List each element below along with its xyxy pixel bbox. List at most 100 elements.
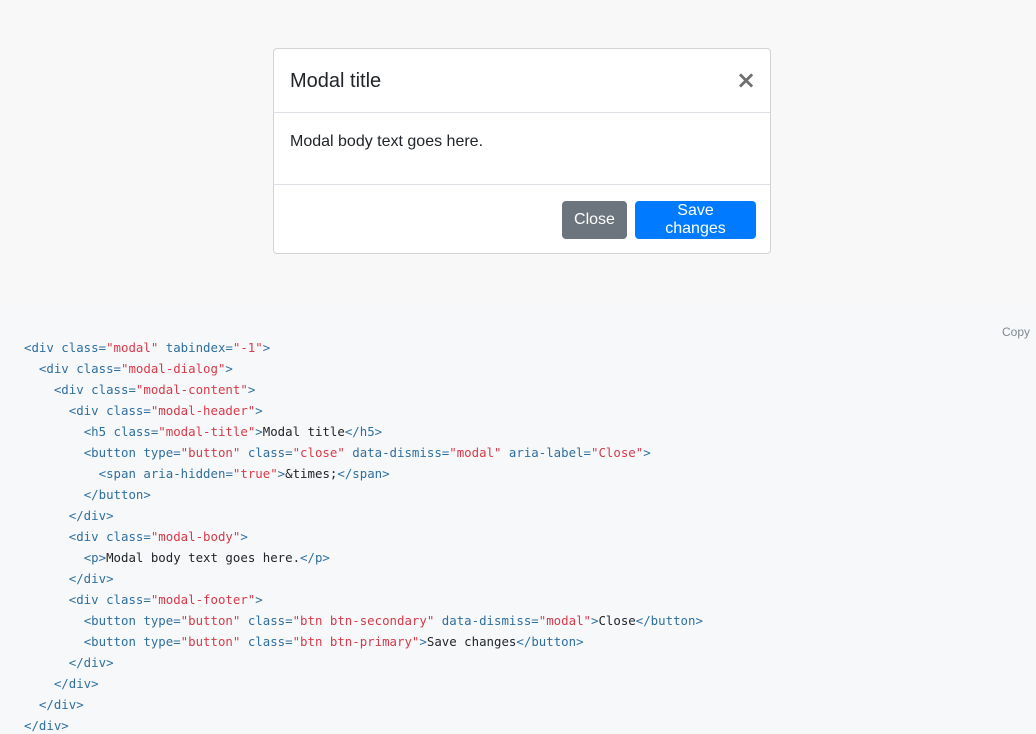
code-token-attr: aria-hidden= bbox=[135, 466, 233, 481]
code-token-tag: </h5> bbox=[344, 424, 383, 439]
code-token-val: "button" bbox=[180, 613, 241, 628]
code-token-attr: class= bbox=[240, 613, 293, 628]
code-token-text: Close bbox=[598, 613, 636, 628]
code-token-val: "modal-content" bbox=[135, 382, 248, 397]
code-token-val: "modal-header" bbox=[150, 403, 256, 418]
code-token-tag: <p> bbox=[83, 550, 107, 565]
code-token-tag: > bbox=[419, 634, 427, 649]
code-line: <button type="button" class="btn btn-sec… bbox=[24, 610, 703, 631]
code-token-tag: </button> bbox=[635, 613, 703, 628]
code-token-val: "true" bbox=[232, 466, 278, 481]
code-token-val: "close" bbox=[292, 445, 345, 460]
code-line: <span aria-hidden="true">&times;</span> bbox=[24, 463, 703, 484]
example-preview: Modal title × Modal body text goes here.… bbox=[0, 0, 1036, 304]
code-token-attr: class= bbox=[83, 382, 136, 397]
code-token-tag: <div bbox=[68, 403, 99, 418]
code-snippet: Copy <div class="modal" tabindex="-1"> <… bbox=[0, 304, 1036, 734]
close-icon[interactable]: × bbox=[736, 68, 756, 92]
code-token-val: "-1" bbox=[232, 340, 263, 355]
code-line: </div> bbox=[24, 568, 703, 589]
code-token-tag: </p> bbox=[300, 550, 330, 565]
code-token-tag: <button bbox=[83, 634, 136, 649]
code-line: <div class="modal-content"> bbox=[24, 379, 703, 400]
modal-body: Modal body text goes here. bbox=[274, 112, 770, 185]
modal-dialog: Modal title × Modal body text goes here.… bbox=[273, 48, 771, 254]
code-token-val: "Close" bbox=[590, 445, 644, 460]
code-token-text: Save changes bbox=[426, 634, 517, 649]
code-token-attr: class= bbox=[53, 340, 107, 355]
code-token-text: Modal title bbox=[262, 424, 345, 439]
code-token-attr: class= bbox=[98, 403, 151, 418]
code-token-val: "modal-title" bbox=[158, 424, 256, 439]
code-token-val: "modal" bbox=[449, 445, 502, 460]
code-token-attr: data-dismiss= bbox=[434, 613, 539, 628]
code-line: </div> bbox=[24, 694, 703, 715]
code-token-tag: <div bbox=[24, 340, 54, 355]
code-token-val: "button" bbox=[180, 634, 241, 649]
close-button[interactable]: Close bbox=[562, 201, 627, 239]
code-line: </div> bbox=[24, 505, 703, 526]
code-token-tag: <div bbox=[68, 529, 99, 544]
code-token-tag: <div bbox=[38, 361, 69, 376]
code-line: </button> bbox=[24, 484, 703, 505]
code-token-tag: </div> bbox=[24, 718, 69, 733]
code-token-tag: </button> bbox=[83, 487, 151, 502]
code-token-attr: class= bbox=[240, 445, 293, 460]
code-token-tag: <button bbox=[83, 445, 136, 460]
code-line: <div class="modal" tabindex="-1"> bbox=[24, 337, 703, 358]
code-line: <button type="button" class="close" data… bbox=[24, 442, 703, 463]
code-line: </div> bbox=[24, 652, 703, 673]
code-token-attr: class= bbox=[240, 634, 293, 649]
code-token-val: "modal" bbox=[106, 340, 159, 355]
save-changes-button[interactable]: Save changes bbox=[635, 201, 756, 239]
code-token-val: "button" bbox=[180, 445, 241, 460]
code-token-val: "modal-dialog" bbox=[120, 361, 226, 376]
code-token-attr: type= bbox=[135, 445, 181, 460]
code-token-tag: <button bbox=[83, 613, 136, 628]
code-token-tag: <span bbox=[98, 466, 136, 481]
code-token-tag: </div> bbox=[68, 571, 114, 586]
code-token-val: "modal-footer" bbox=[150, 592, 256, 607]
modal-title: Modal title bbox=[290, 70, 382, 92]
code-token-tag: </span> bbox=[337, 466, 390, 481]
code-line: </div> bbox=[24, 715, 703, 734]
code-line: </div> bbox=[24, 673, 703, 694]
code-block: <div class="modal" tabindex="-1"> <div c… bbox=[24, 337, 703, 734]
copy-button[interactable]: Copy bbox=[1002, 325, 1030, 339]
code-token-attr: class= bbox=[68, 361, 121, 376]
code-line: <div class="modal-footer"> bbox=[24, 589, 703, 610]
code-token-attr: type= bbox=[135, 613, 181, 628]
code-line: <h5 class="modal-title">Modal title</h5> bbox=[24, 421, 703, 442]
code-token-tag: </button> bbox=[516, 634, 584, 649]
code-token-tag: > bbox=[262, 340, 271, 355]
code-token-tag: > bbox=[255, 403, 263, 418]
code-token-tag: </div> bbox=[68, 655, 114, 670]
code-token-text: Modal body text goes here. bbox=[106, 550, 301, 565]
code-token-tag: > bbox=[643, 445, 651, 460]
modal-footer: Close Save changes bbox=[274, 185, 770, 253]
code-token-attr: aria-label= bbox=[501, 445, 591, 460]
code-line: <p>Modal body text goes here.</p> bbox=[24, 547, 703, 568]
code-token-attr: class= bbox=[98, 592, 151, 607]
code-token-tag: </div> bbox=[53, 676, 99, 691]
code-token-val: "btn btn-primary" bbox=[292, 634, 420, 649]
code-token-tag: > bbox=[255, 424, 263, 439]
code-token-tag: <h5 bbox=[83, 424, 107, 439]
code-line: <div class="modal-header"> bbox=[24, 400, 703, 421]
